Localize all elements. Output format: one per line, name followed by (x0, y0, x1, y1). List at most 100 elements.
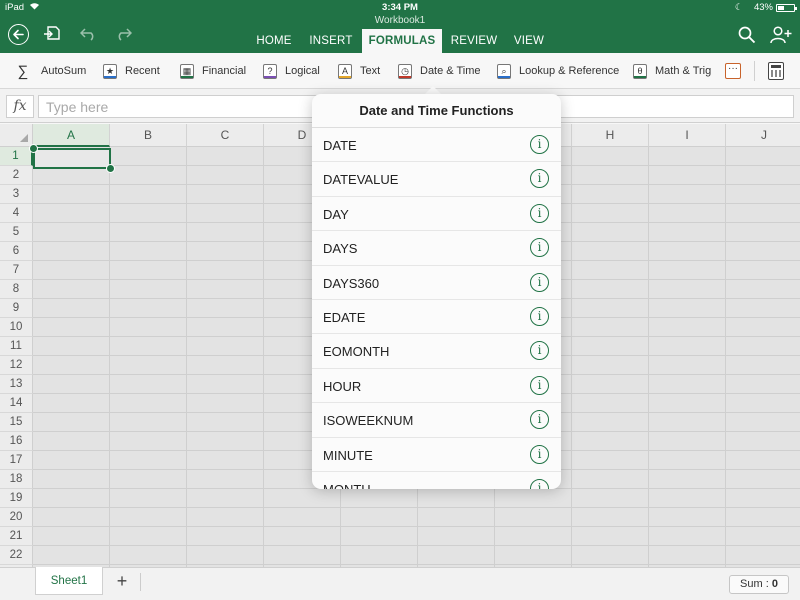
tab-insert[interactable]: INSERT (305, 29, 357, 53)
info-icon[interactable]: i (530, 444, 549, 464)
lookup-reference-label: Lookup & Reference (519, 65, 620, 77)
tab-review[interactable]: REVIEW (447, 29, 501, 53)
math-trig-label: Math & Trig (655, 65, 712, 77)
row-header-13[interactable]: 13 (0, 375, 33, 394)
document-title: Workbook1 (374, 15, 426, 26)
calculator-icon[interactable] (768, 62, 784, 80)
add-sheet-button[interactable]: + (112, 572, 132, 592)
ribbon-divider (754, 61, 755, 81)
info-icon[interactable]: i (530, 135, 549, 154)
logical-label: Logical (285, 65, 320, 77)
function-item-date[interactable]: DATE i (312, 128, 561, 163)
info-icon[interactable]: i (530, 478, 549, 489)
financial-button[interactable]: ▦ Financial (180, 53, 246, 89)
row-header-7[interactable]: 7 (0, 261, 33, 280)
row-header-1[interactable]: 1 (0, 147, 33, 166)
column-gridline (109, 147, 110, 567)
date-time-label: Date & Time (420, 65, 481, 77)
function-name: DATEVALUE (323, 172, 399, 188)
column-header-c[interactable]: C (187, 124, 264, 147)
sum-value: 0 (771, 578, 778, 590)
function-item-day[interactable]: DAY i (312, 197, 561, 232)
fx-icon[interactable]: fx (6, 95, 34, 118)
theta-icon: θ (633, 63, 647, 79)
function-item-month[interactable]: MONTH i (312, 472, 561, 489)
function-item-eomonth[interactable]: EOMONTH i (312, 334, 561, 369)
function-name: MONTH (323, 482, 371, 489)
info-icon[interactable]: i (530, 410, 549, 430)
row-header-9[interactable]: 9 (0, 299, 33, 318)
tab-home[interactable]: HOME (250, 29, 298, 53)
status-time: 3:34 PM (382, 2, 418, 13)
magnifier-icon: ⌕ (497, 63, 511, 79)
more-functions-icon[interactable]: ··· (725, 63, 741, 79)
sheet-tab[interactable]: Sheet1 (35, 567, 103, 595)
selection-handle-bottom-right[interactable] (106, 164, 115, 173)
info-icon[interactable]: i (530, 272, 549, 292)
info-icon[interactable]: i (530, 169, 549, 189)
clock-icon: ◷ (398, 63, 412, 79)
financial-label: Financial (202, 65, 247, 77)
info-icon[interactable]: i (530, 203, 549, 223)
row-header-10[interactable]: 10 (0, 318, 33, 337)
select-all-corner[interactable] (0, 124, 33, 147)
info-icon[interactable]: i (530, 306, 549, 326)
function-item-isoweeknum[interactable]: ISOWEEKNUM i (312, 403, 561, 438)
column-gridline (571, 147, 572, 567)
row-header-16[interactable]: 16 (0, 432, 33, 451)
column-header-b[interactable]: B (110, 124, 187, 147)
lookup-reference-button[interactable]: ⌕ Lookup & Reference (497, 53, 619, 89)
row-header-5[interactable]: 5 (0, 223, 33, 242)
row-header-6[interactable]: 6 (0, 242, 33, 261)
column-header-a[interactable]: A (33, 124, 110, 147)
row-header-20[interactable]: 20 (0, 508, 33, 527)
battery-icon (776, 4, 797, 12)
text-button[interactable]: A Text (338, 53, 380, 89)
tab-formulas[interactable]: FORMULAS (362, 29, 442, 53)
sum-status[interactable]: Sum : 0 (729, 575, 789, 594)
column-header-j[interactable]: J (726, 124, 800, 147)
autosum-button[interactable]: ∑ AutoSum (17, 53, 87, 89)
math-trig-button[interactable]: θ Math & Trig (633, 53, 711, 89)
column-header-h[interactable]: H (572, 124, 649, 147)
column-gridline (648, 147, 649, 567)
row-header-8[interactable]: 8 (0, 280, 33, 299)
row-header-4[interactable]: 4 (0, 204, 33, 223)
selection-handle-top-left[interactable] (29, 144, 38, 153)
sheet-bar-divider (140, 573, 141, 591)
function-item-edate[interactable]: EDATE i (312, 300, 561, 335)
function-item-datevalue[interactable]: DATEVALUE i (312, 162, 561, 197)
star-icon: ★ (103, 63, 117, 79)
row-header-3[interactable]: 3 (0, 185, 33, 204)
row-header-12[interactable]: 12 (0, 356, 33, 375)
text-label: Text (360, 65, 381, 77)
date-time-button[interactable]: ◷ Date & Time (398, 53, 481, 89)
date-time-functions-popover: Date and Time Functions DATE i DATEVALUE i D… (312, 94, 561, 489)
logical-button[interactable]: ? Logical (263, 53, 320, 89)
tab-view[interactable]: VIEW (508, 29, 550, 53)
info-icon[interactable]: i (530, 238, 549, 258)
row-header-14[interactable]: 14 (0, 394, 33, 413)
row-header-19[interactable]: 19 (0, 489, 33, 508)
function-item-hour[interactable]: HOUR i (312, 369, 561, 404)
function-list: DATE i DATEVALUE i DAY i DAYS i DAYS360 i EDATE i EO… (312, 128, 561, 489)
selected-cell[interactable] (33, 148, 111, 169)
row-header-18[interactable]: 18 (0, 470, 33, 489)
function-item-days360[interactable]: DAYS360 i (312, 266, 561, 300)
row-header-17[interactable]: 17 (0, 451, 33, 470)
row-header-11[interactable]: 11 (0, 337, 33, 356)
recent-button[interactable]: ★ Recent (103, 53, 160, 89)
row-header-15[interactable]: 15 (0, 413, 33, 432)
column-header-i[interactable]: I (649, 124, 726, 147)
question-icon: ? (263, 63, 277, 79)
function-item-minute[interactable]: MINUTE i (312, 438, 561, 472)
row-header-21[interactable]: 21 (0, 527, 33, 546)
info-icon[interactable]: i (530, 341, 549, 361)
financial-icon: ▦ (180, 63, 194, 79)
column-gridline (263, 147, 264, 567)
row-header-22[interactable]: 22 (0, 546, 33, 565)
info-icon[interactable]: i (530, 375, 549, 395)
row-header-2[interactable]: 2 (0, 166, 33, 185)
recent-label: Recent (125, 65, 160, 77)
function-item-days[interactable]: DAYS i (312, 231, 561, 266)
